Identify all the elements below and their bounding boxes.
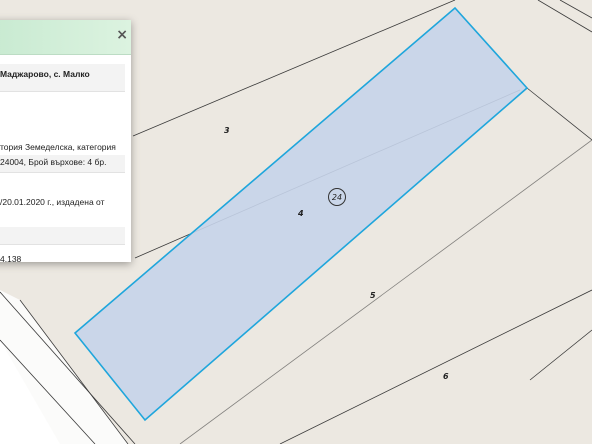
parcel-label-4: 4 (298, 209, 304, 218)
parcel-label-3: 3 (224, 126, 230, 135)
popup-row-divider-2 (0, 227, 125, 245)
parcel-label-5: 5 (370, 291, 376, 300)
parcel-info-popup: × Маджарово, с. Малко тория Земеделска, … (0, 20, 131, 262)
popup-line-2: 24004, Брой върхове: 4 бр. (0, 157, 107, 167)
parcel-label-6: 6 (443, 372, 449, 381)
zone-number-badge: 24 (328, 188, 346, 206)
popup-body: Маджарово, с. Малко тория Земеделска, ка… (0, 54, 131, 262)
popup-area-value: 4.138 (0, 254, 22, 262)
popup-line-3: /20.01.2020 г., издадена от (0, 197, 105, 207)
popup-header: × (0, 20, 131, 55)
popup-line-1: тория Земеделска, категория (0, 142, 116, 152)
close-icon[interactable]: × (116, 27, 128, 43)
popup-title: Маджарово, с. Малко (0, 64, 125, 92)
